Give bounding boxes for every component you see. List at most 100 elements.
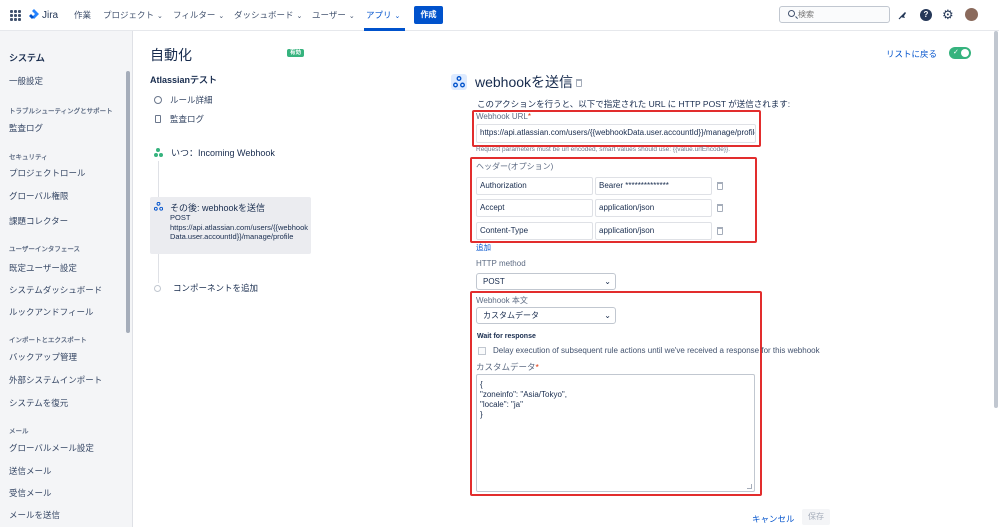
action-description: このアクションを行うと、以下で指定された URL に HTTP POST が送信… — [477, 99, 791, 109]
code-line: "zoneinfo": "Asia/Tokyo", — [480, 390, 567, 399]
rule-name: Atlassianテスト — [150, 75, 218, 85]
rule-enabled-toggle[interactable]: ✓ — [949, 47, 971, 59]
rule-panel: 自動化 有効 Atlassianテスト ルール詳細 監査ログ いつ：Incomi… — [140, 31, 311, 527]
nav-item-work[interactable]: 作業 — [74, 9, 91, 21]
save-button[interactable]: 保存 — [802, 509, 830, 525]
sidebar-item[interactable]: 一般設定 — [9, 75, 43, 87]
sidebar-section-heading: インポートとエクスポート — [9, 337, 87, 344]
code-line: { — [480, 380, 483, 389]
add-component-button[interactable]: コンポーネントを追加 — [154, 282, 258, 294]
delete-header-icon[interactable] — [717, 227, 723, 235]
delete-header-icon[interactable] — [717, 182, 723, 190]
search-field[interactable] — [779, 6, 890, 23]
sidebar-item[interactable]: グローバル権限 — [9, 190, 68, 202]
sidebar-item[interactable]: メールを送信 — [9, 509, 60, 521]
cancel-button[interactable]: キャンセル — [752, 513, 795, 525]
chevron-down-icon: ⌄ — [394, 13, 401, 20]
webhook-url-hint: Request parameters must be url encoded, … — [476, 146, 731, 153]
back-to-list-link[interactable]: リストに戻る — [886, 48, 937, 60]
avatar[interactable] — [965, 8, 978, 21]
sidebar-item[interactable]: 外部システムインポート — [9, 374, 102, 386]
delete-action-icon[interactable] — [576, 79, 582, 87]
sidebar-item[interactable]: システムを復元 — [9, 397, 68, 409]
webhook-icon — [451, 74, 467, 90]
header-name-input[interactable]: Content-Type — [476, 222, 593, 240]
webhook-url-input[interactable]: https://api.atlassian.com/users/{{webhoo… — [476, 124, 756, 143]
notifications-icon[interactable] — [897, 9, 909, 21]
chevron-down-icon: ⌄ — [604, 311, 611, 320]
webhook-body-label: Webhook 本文 — [476, 296, 528, 305]
help-icon[interactable]: ? — [920, 9, 932, 21]
add-component-dot — [154, 284, 161, 292]
add-header-link[interactable]: 追加 — [476, 242, 491, 253]
search-input[interactable] — [798, 8, 886, 21]
chevron-down-icon: ⌄ — [218, 13, 225, 20]
nav-item-dashboards[interactable]: ダッシュボード ⌄ — [234, 9, 302, 21]
header-value-input[interactable]: application/json — [595, 222, 712, 240]
sidebar-item[interactable]: 既定ユーザー設定 — [9, 262, 77, 274]
wait-for-response-checkbox[interactable] — [478, 346, 486, 355]
nav-item-projects[interactable]: プロジェクト ⌄ — [103, 9, 163, 21]
sidebar-item[interactable]: 監査ログ — [9, 122, 43, 134]
action-summary: POST https://api.atlassian.com/users/{{we… — [170, 213, 308, 241]
sidebar-item[interactable]: プロジェクトロール — [9, 167, 86, 179]
delete-header-icon[interactable] — [717, 204, 723, 212]
top-navigation: Jira 作業 プロジェクト ⌄ フィルター ⌄ ダッシュボード ⌄ ユーザー ⌄ アプ… — [0, 0, 999, 31]
http-method-select[interactable]: POST ⌄ — [476, 273, 616, 290]
app-switcher-icon[interactable] — [10, 10, 21, 21]
sidebar-section-heading: トラブルシューティングとサポート — [9, 108, 113, 115]
action-config-title: webhookを送信 — [475, 74, 574, 90]
webhook-url-label: Webhook URL* — [476, 112, 532, 121]
sidebar-section-heading: メール — [9, 428, 29, 435]
sidebar-item[interactable]: システムダッシュボード — [9, 284, 102, 296]
nav-item-filters[interactable]: フィルター ⌄ — [173, 9, 224, 21]
wait-for-response-label: Wait for response — [477, 333, 536, 340]
create-button[interactable]: 作成 — [414, 6, 443, 24]
page-title: 自動化 — [150, 47, 192, 63]
rule-details-link[interactable]: ルール詳細 — [154, 94, 213, 106]
action-item-send-webhook[interactable]: その後: webhookを送信 POST https://api.atlassia… — [150, 197, 311, 254]
headers-label: ヘッダー(オプション) — [476, 162, 554, 171]
custom-data-textarea[interactable]: { "zoneinfo": "Asia/Tokyo", "locale": "j… — [476, 374, 755, 492]
info-icon — [154, 96, 162, 104]
jira-logo[interactable]: Jira — [29, 8, 58, 22]
audit-log-link[interactable]: 監査ログ — [154, 113, 204, 125]
header-name-input[interactable]: Authorization — [476, 177, 593, 195]
sidebar-item[interactable]: バックアップ管理 — [9, 351, 77, 363]
trigger-item[interactable]: いつ：Incoming Webhook — [154, 146, 275, 159]
nav-item-users[interactable]: ユーザー ⌄ — [312, 9, 355, 21]
check-icon: ✓ — [953, 49, 959, 56]
resize-handle-icon[interactable] — [747, 484, 752, 489]
sidebar-item[interactable]: 受信メール — [9, 487, 52, 499]
webhook-trigger-icon — [154, 148, 163, 157]
search-icon — [788, 10, 795, 17]
chevron-down-icon: ⌄ — [157, 13, 163, 20]
active-tab-indicator — [364, 28, 405, 31]
wait-for-response-option[interactable]: Delay execution of subsequent rule actio… — [478, 346, 820, 355]
sidebar-item[interactable]: グローバルメール設定 — [9, 442, 94, 454]
jira-logo-icon — [29, 9, 39, 19]
chevron-down-icon: ⌄ — [348, 13, 355, 20]
sidebar-item[interactable]: 送信メール — [9, 465, 52, 477]
app-name: Jira — [42, 9, 59, 21]
gear-icon[interactable]: ⚙ — [942, 8, 954, 21]
sidebar-section-heading: セキュリティ — [9, 154, 48, 161]
sidebar-item[interactable]: 課題コレクター — [9, 215, 68, 227]
webhook-body-select[interactable]: カスタムデータ ⌄ — [476, 307, 616, 324]
chevron-down-icon: ⌄ — [604, 277, 611, 286]
code-line: "locale": "ja" — [480, 400, 523, 409]
admin-sidebar: システム 一般設定 トラブルシューティングとサポート 監査ログ セキュリティ プロジェク… — [0, 31, 133, 527]
header-name-input[interactable]: Accept — [476, 199, 593, 217]
status-badge: 有効 — [287, 49, 304, 57]
webhook-icon — [154, 202, 163, 211]
custom-data-label: カスタムデータ* — [476, 362, 539, 372]
sidebar-scrollbar[interactable] — [126, 71, 130, 333]
header-value-input[interactable]: Bearer ************** — [595, 177, 712, 195]
chevron-down-icon: ⌄ — [296, 13, 303, 20]
header-value-input[interactable]: application/json — [595, 199, 712, 217]
sidebar-item[interactable]: ルックアンドフィール — [9, 306, 94, 318]
main-scrollbar[interactable] — [994, 31, 998, 408]
sidebar-section-heading: ユーザーインタフェース — [9, 246, 81, 253]
code-line: } — [480, 410, 483, 419]
nav-item-apps[interactable]: アプリ ⌄ — [366, 9, 400, 21]
